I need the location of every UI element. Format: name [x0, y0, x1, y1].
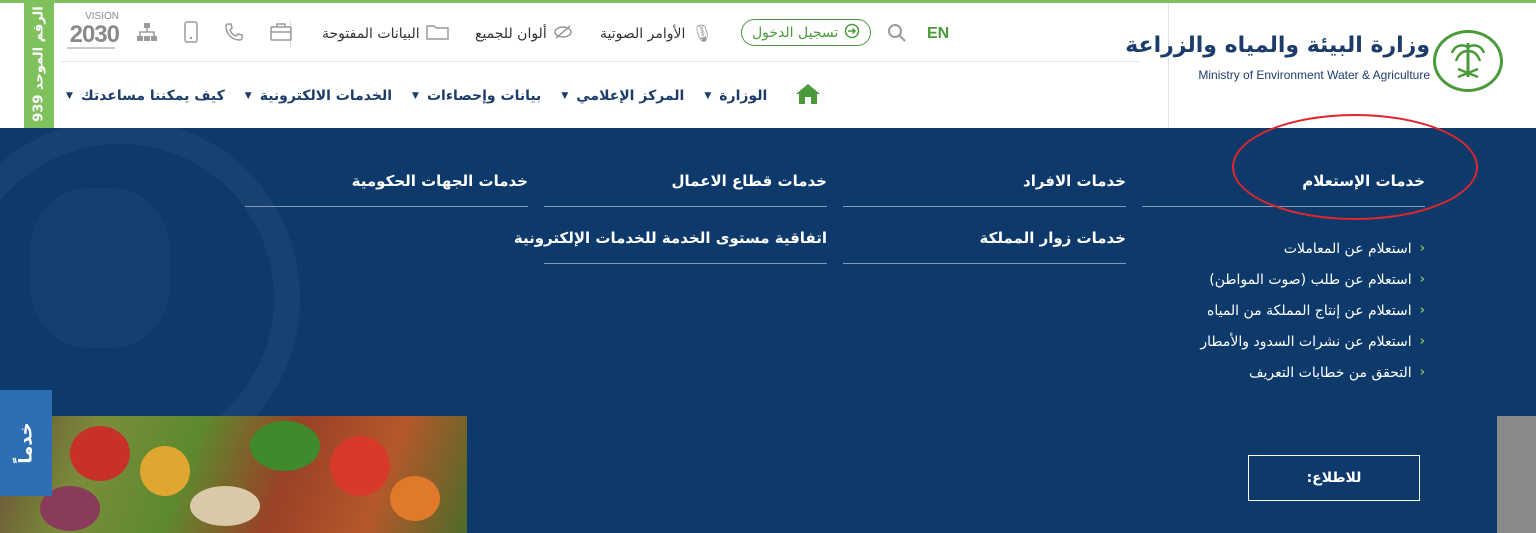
nav-item-e-services[interactable]: الخدمات الالكترونية ▼ [235, 88, 402, 104]
nav-item-ministry[interactable]: الوزارة ▼ [694, 88, 777, 104]
home-icon[interactable] [795, 82, 821, 110]
nav-item-label: الخدمات الالكترونية [259, 88, 393, 104]
voice-commands-link[interactable]: 🎙 الأوامر الصوتية [600, 13, 713, 55]
nav-item-label: الوزارة [719, 88, 768, 104]
list-item[interactable]: ‹ استعلام عن المعاملات [1142, 233, 1425, 264]
caret-down-icon: ▼ [66, 91, 73, 101]
view-button[interactable]: للاطلاع: [1248, 455, 1420, 501]
nav-item-label: كيف يمكننا مساعدتك [80, 88, 225, 104]
colors-for-all-label: ألوان للجميع [475, 26, 547, 42]
list-item-label: استعلام عن المعاملات [1283, 240, 1412, 257]
vegetables-image [0, 416, 467, 533]
open-data-label: البيانات المفتوحة [322, 26, 420, 42]
business-services-heading[interactable]: خدمات قطاع الاعمال [544, 172, 827, 207]
phone-icon[interactable] [224, 22, 244, 47]
ministry-name-arabic: وزارة البيئة والمياه والزراعة [1125, 33, 1430, 58]
individuals-services-column: خدمات الافراد خدمات زوار المملكة [843, 172, 1126, 264]
government-services-column: خدمات الجهات الحكومية [245, 172, 528, 207]
chevron-left-icon: ‹ [1419, 303, 1425, 318]
vision-underline [67, 47, 115, 49]
list-item-label: استعلام عن طلب (صوت المواطن) [1209, 271, 1412, 288]
nav-item-data-statistics[interactable]: بيانات وإحصاءات ▼ [402, 88, 551, 104]
vision-year: 2030 [69, 21, 120, 48]
colors-for-all-link[interactable]: ألوان للجميع [475, 13, 573, 55]
login-icon [844, 23, 860, 43]
header-divider [60, 61, 1140, 62]
caret-down-icon: ▼ [412, 91, 419, 101]
voice-commands-label: الأوامر الصوتية [600, 26, 686, 42]
nav-item-media-center[interactable]: المركز الإعلامي ▼ [551, 88, 694, 104]
unified-number-label: الرقم الموحد 939 [31, 6, 47, 122]
government-services-heading[interactable]: خدمات الجهات الحكومية [245, 172, 528, 207]
login-button[interactable]: تسجيل الدخول [741, 19, 872, 46]
palm-emblem-icon [1433, 30, 1503, 92]
ministry-name-english: Ministry of Environment Water & Agricult… [1198, 68, 1430, 82]
watermark-shape [30, 188, 170, 348]
briefcase-icon[interactable] [270, 22, 292, 47]
caret-down-icon: ▼ [244, 91, 252, 101]
unified-number-tab[interactable]: الرقم الموحد 939 [24, 0, 54, 128]
search-icon[interactable] [887, 23, 907, 47]
ministry-logo[interactable]: وزارة البيئة والمياه والزراعة Ministry o… [1125, 3, 1536, 128]
mobile-icon[interactable] [184, 21, 198, 48]
list-item-label: التحقق من خطابات التعريف [1248, 364, 1412, 381]
list-item-label: استعلام عن إنتاج المملكة من المياه [1207, 302, 1412, 319]
caret-down-icon: ▼ [561, 91, 569, 101]
main-navigation: الوزارة ▼ المركز الإعلامي ▼ بيانات وإحصا… [56, 81, 833, 111]
utility-icons [136, 21, 292, 48]
mic-icon: 🎙 [691, 24, 713, 44]
site-header: وزارة البيئة والمياه والزراعة Ministry o… [0, 3, 1536, 128]
chevron-left-icon: ‹ [1419, 365, 1425, 380]
nav-item-how-can-we-help[interactable]: كيف يمكننا مساعدتك ▼ [56, 88, 235, 104]
visitors-services-heading[interactable]: خدمات زوار المملكة [843, 229, 1126, 264]
nav-item-label: المركز الإعلامي [576, 88, 685, 104]
business-services-column: خدمات قطاع الاعمال اتفاقية مستوى الخدمة … [514, 172, 827, 264]
chevron-left-icon: ‹ [1419, 241, 1425, 256]
caret-down-icon: ▼ [704, 91, 712, 101]
chevron-left-icon: ‹ [1419, 272, 1425, 287]
eye-slash-icon [553, 24, 573, 44]
vision-2030-logo[interactable]: VISION 2030 [51, 11, 120, 55]
list-item[interactable]: ‹ التحقق من خطابات التعريف [1142, 357, 1425, 388]
open-data-link[interactable]: البيانات المفتوحة [322, 13, 450, 55]
inquiry-services-list: ‹ استعلام عن المعاملات ‹ استعلام عن طلب (ص… [1142, 233, 1425, 388]
language-switch[interactable]: EN [927, 25, 949, 43]
list-item[interactable]: ‹ استعلام عن نشرات السدود والأمطار [1142, 326, 1425, 357]
list-item-label: استعلام عن نشرات السدود والأمطار [1200, 333, 1412, 350]
utility-bar: EN تسجيل الدخول 🎙 الأوامر الصوتية ألوان … [60, 13, 1140, 55]
slider-edge [1497, 416, 1536, 533]
nav-item-label: بيانات وإحصاءات [426, 88, 542, 104]
individuals-services-heading[interactable]: خدمات الافراد [843, 172, 1126, 207]
login-label: تسجيل الدخول [752, 24, 839, 41]
chevron-left-icon: ‹ [1419, 334, 1425, 349]
hero-section: للاطلاع: [0, 416, 1536, 533]
sla-heading[interactable]: اتفاقية مستوى الخدمة للخدمات الإلكترونية [514, 229, 827, 264]
folder-icon [425, 24, 450, 45]
side-tab-label: خدماً [15, 422, 37, 464]
annotation-circle [1232, 114, 1478, 220]
side-services-tab[interactable]: خدماً [0, 390, 52, 496]
list-item[interactable]: ‹ استعلام عن إنتاج المملكة من المياه [1142, 295, 1425, 326]
sitemap-icon[interactable] [136, 22, 158, 47]
list-item[interactable]: ‹ استعلام عن طلب (صوت المواطن) [1142, 264, 1425, 295]
